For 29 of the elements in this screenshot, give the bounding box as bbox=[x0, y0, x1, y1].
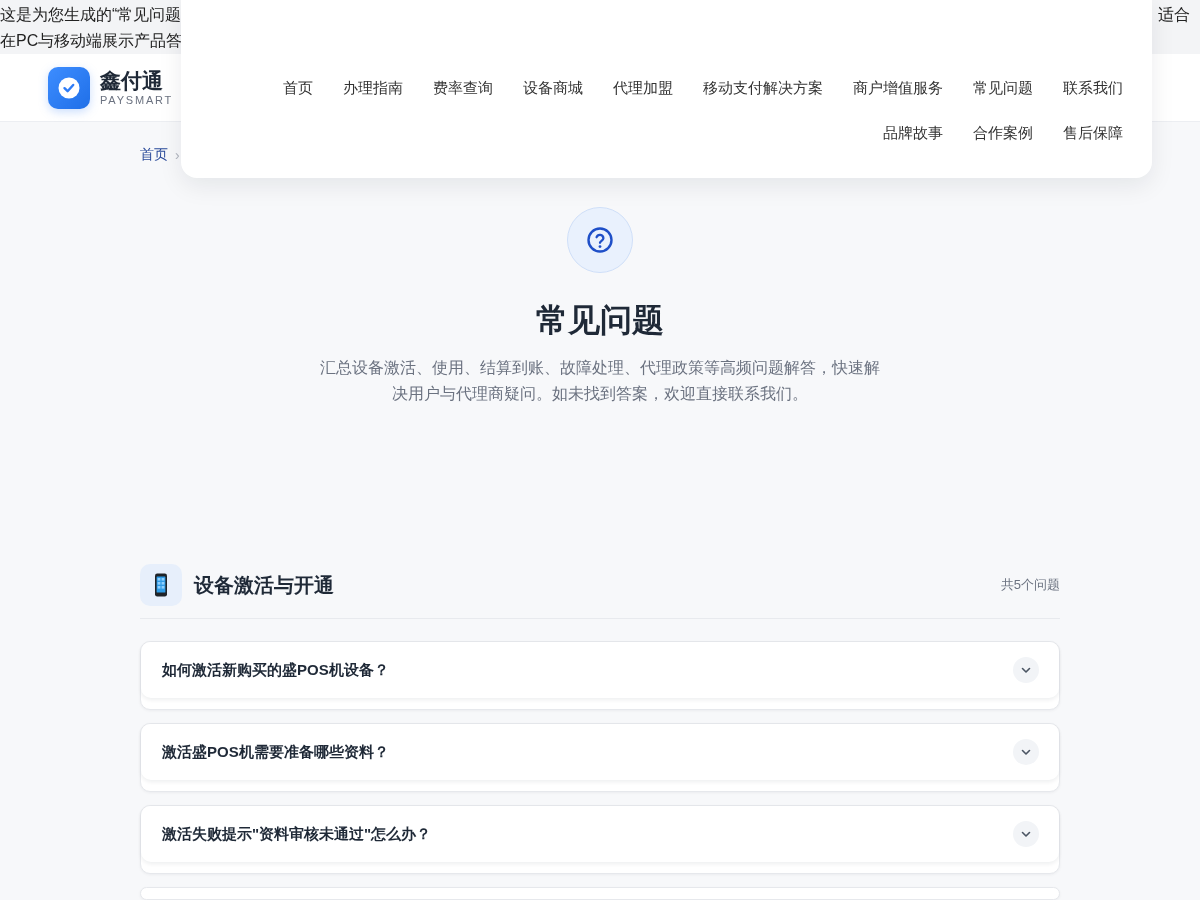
question-count: 共5个问题 bbox=[1000, 576, 1060, 594]
category-title: 设备激活与开通 bbox=[194, 572, 335, 598]
faq-question[interactable]: 激活盛POS机需要准备哪些资料？ bbox=[141, 724, 1059, 780]
nav-link[interactable]: 品牌故事 bbox=[868, 111, 958, 156]
logo-icon bbox=[48, 66, 90, 109]
nav-link[interactable]: 售后保障 bbox=[1048, 111, 1138, 156]
faq-question[interactable]: 激活失败提示"资料审核未通过"怎么办？ bbox=[141, 806, 1059, 862]
nav-link[interactable]: 合作案例 bbox=[958, 111, 1048, 156]
question-icon bbox=[567, 207, 633, 273]
faq-question[interactable]: 如何激活新购买的盛POS机设备？ bbox=[141, 642, 1059, 698]
nav-link[interactable]: 商户增值服务 bbox=[838, 66, 958, 111]
nav-link[interactable]: 办理指南 bbox=[328, 66, 418, 111]
nav-link[interactable]: 费率查询 bbox=[418, 66, 508, 111]
nav-link[interactable]: 联系我们 bbox=[1048, 66, 1138, 111]
phone-icon bbox=[140, 564, 182, 606]
intro-text: 适合 bbox=[1158, 5, 1190, 25]
brand-tagline: PAYSMART bbox=[100, 92, 174, 107]
page-title: 常见问题 bbox=[536, 301, 664, 340]
nav-link[interactable]: 代理加盟 bbox=[598, 66, 688, 111]
breadcrumb-separator: › bbox=[175, 147, 180, 163]
intro-text: 这是为您生成的“常见问题 bbox=[0, 5, 182, 25]
nav-link[interactable]: 设备商城 bbox=[508, 66, 598, 111]
breadcrumb-link[interactable]: 首页 bbox=[140, 146, 168, 164]
intro-text: 在PC与移动端展示产品答 bbox=[0, 31, 183, 51]
nav-link[interactable]: 常见问题 bbox=[958, 66, 1048, 111]
page-description: 汇总设备激活、使用、结算到账、故障处理、代理政策等高频问题解答，快速解决用户与代理商疑问。如未找到答案，欢迎直接联系我们。 bbox=[319, 358, 881, 404]
nav-link[interactable]: 首页 bbox=[268, 66, 328, 111]
brand-name: 鑫付通 bbox=[100, 68, 164, 93]
nav-link[interactable]: 移动支付解决方案 bbox=[688, 66, 838, 111]
